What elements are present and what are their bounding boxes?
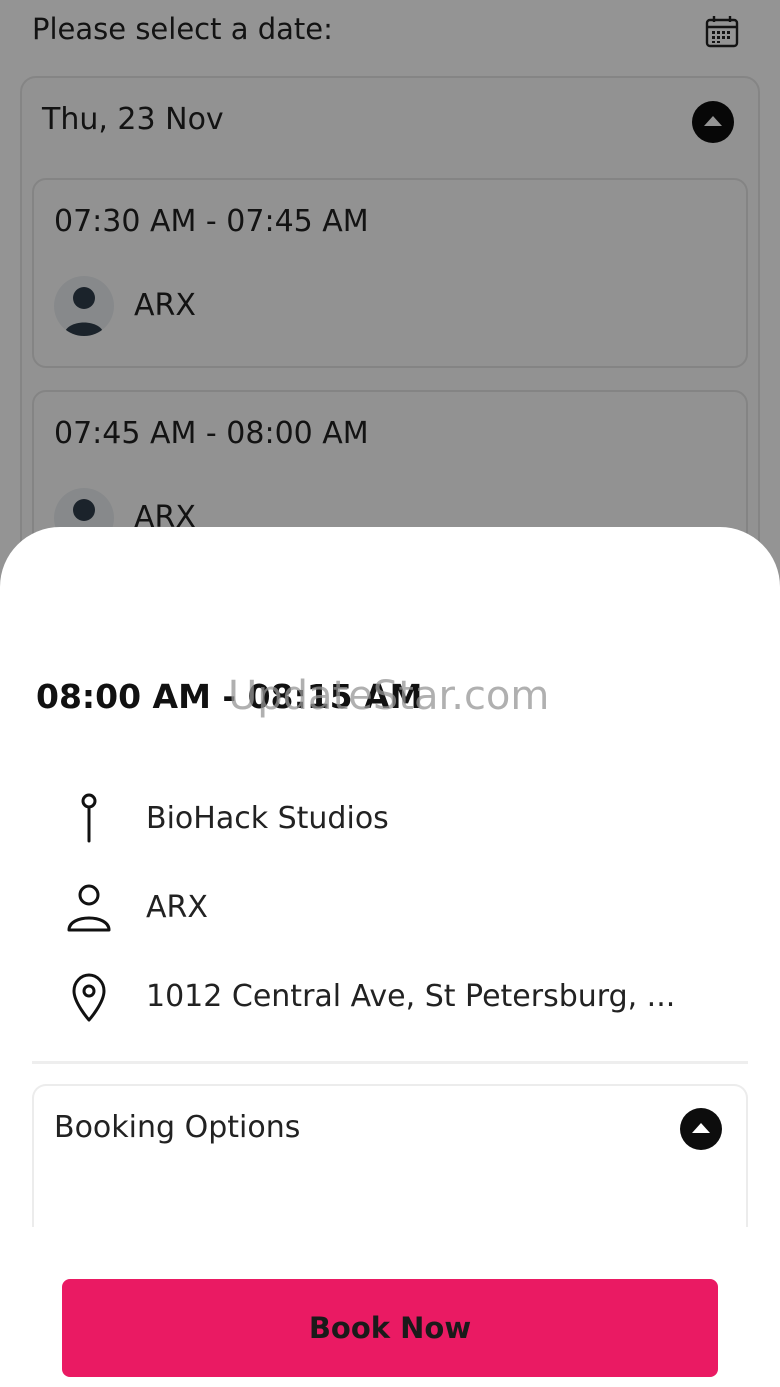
divider [32, 1061, 748, 1064]
address-row: 1012 Central Ave, St Petersburg, ... [60, 967, 740, 1027]
booking-options-collapse-button[interactable] [680, 1108, 722, 1150]
pin-icon [81, 793, 97, 843]
chevron-up-icon [692, 1123, 710, 1133]
studio-name: BioHack Studios [146, 801, 389, 836]
trainer-name: ARX [146, 890, 208, 925]
book-now-button[interactable]: Book Now [62, 1279, 718, 1377]
address-text: 1012 Central Ave, St Petersburg, ... [146, 979, 676, 1014]
studio-row: BioHack Studios [60, 789, 740, 849]
watermark: UpdateStar.com [228, 673, 550, 719]
trainer-row: ARX [60, 878, 740, 938]
app-root: Please select a date: Thu, 23 Nov 07:30 … [0, 0, 780, 1387]
location-icon [72, 973, 106, 1022]
person-icon [67, 884, 111, 932]
booking-options-title: Booking Options [54, 1110, 301, 1145]
